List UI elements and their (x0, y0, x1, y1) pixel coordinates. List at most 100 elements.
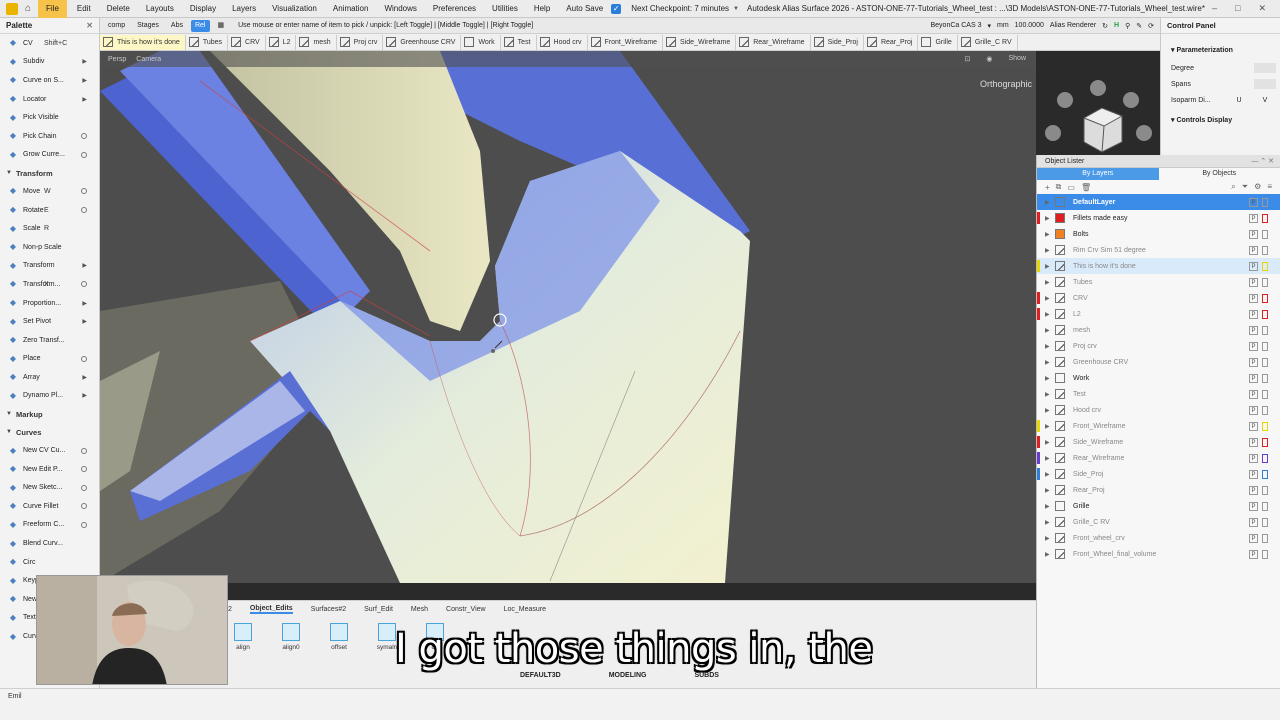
workflow-mode-button[interactable]: DEFAULT3D (520, 672, 561, 684)
layer-tab[interactable]: Hood crv (537, 34, 588, 50)
home-icon[interactable]: ⌂ (22, 3, 34, 15)
layer-row[interactable]: ▶ Proj crv P (1037, 338, 1280, 354)
maximize-icon[interactable]: □ (1235, 3, 1240, 14)
submenu-arrow-icon[interactable]: ▶ (82, 58, 87, 65)
palette-tool[interactable]: ◆ Transform ▶ (0, 257, 99, 276)
option-box-icon[interactable] (81, 151, 87, 158)
layer-swatch-icon[interactable] (1055, 309, 1065, 319)
palette-tool[interactable]: ◆ Blend Curv... (0, 534, 99, 553)
shelf-tool-button[interactable]: align (226, 623, 260, 651)
layer-swatch-icon[interactable] (1055, 277, 1065, 287)
expand-icon[interactable]: ▶ (1045, 295, 1055, 302)
layer-row[interactable]: ▶ Rear_Wireframe P (1037, 450, 1280, 466)
visibility-toggle-icon[interactable] (1262, 549, 1268, 559)
palette-tool[interactable]: ◆ Circ (0, 553, 99, 572)
layer-tab[interactable]: Rear_Proj (864, 34, 919, 50)
pick-toggle-icon[interactable]: P (1249, 437, 1258, 447)
transform-section[interactable]: ▼ Transform (0, 164, 99, 182)
layer-row[interactable]: ▶ Grille_C RV P (1037, 514, 1280, 530)
tolerance-value[interactable]: 100.0000 (1015, 22, 1044, 29)
menu-help[interactable]: Help (526, 0, 558, 18)
rel-button[interactable]: Rel (190, 19, 210, 32)
layer-tab[interactable]: Test (501, 34, 537, 50)
layer-row[interactable]: ▶ Rim Crv Sim 51 degree P (1037, 242, 1280, 258)
layer-row[interactable]: ▶ DefaultLayer P (1037, 194, 1280, 210)
layer-row[interactable]: ▶ Side_Proj P (1037, 466, 1280, 482)
pick-toggle-icon[interactable]: P (1249, 341, 1258, 351)
visibility-toggle-icon[interactable] (1262, 277, 1268, 287)
folder-icon[interactable]: ▭ (1067, 183, 1075, 192)
palette-tool[interactable]: ◆ Rotate E (0, 201, 99, 220)
expand-icon[interactable]: ▶ (1045, 551, 1055, 558)
visibility-toggle-icon[interactable] (1262, 501, 1268, 511)
submenu-arrow-icon[interactable]: ▶ (82, 318, 87, 325)
expand-icon[interactable]: ▶ (1045, 343, 1055, 350)
menu-visualization[interactable]: Visualization (264, 0, 325, 18)
option-box-icon[interactable] (81, 521, 87, 528)
persp-button[interactable]: Persp (108, 56, 126, 63)
layer-row[interactable]: ▶ Fillets made easy P (1037, 210, 1280, 226)
expand-icon[interactable]: ▶ (1045, 279, 1055, 286)
shelf-tool-button[interactable]: offset (322, 623, 356, 651)
pick-toggle-icon[interactable]: P (1249, 357, 1258, 367)
pick-toggle-icon[interactable]: P (1249, 421, 1258, 431)
gear-icon[interactable]: ⚙ (1254, 182, 1261, 192)
layer-swatch-icon[interactable] (1055, 229, 1065, 239)
menu-display[interactable]: Display (182, 0, 224, 18)
visibility-toggle-icon[interactable] (1262, 469, 1268, 479)
visibility-toggle-icon[interactable] (1262, 437, 1268, 447)
expand-icon[interactable]: ▶ (1045, 199, 1055, 206)
visibility-toggle-icon[interactable] (1262, 533, 1268, 543)
layer-tab[interactable]: Grille_C RV (958, 34, 1018, 50)
expand-icon[interactable]: ▶ (1045, 519, 1055, 526)
add-layer-icon[interactable]: + (1045, 183, 1050, 192)
layer-row[interactable]: ▶ Grille P (1037, 498, 1280, 514)
palette-tool[interactable]: ◆ Curve on S... ▶ (0, 71, 99, 90)
expand-icon[interactable]: ▶ (1045, 471, 1055, 478)
pick-toggle-icon[interactable]: P (1249, 389, 1258, 399)
palette-tool[interactable]: ◆ Move W (0, 182, 99, 201)
layer-tab[interactable]: CRV (228, 34, 266, 50)
visibility-toggle-icon[interactable] (1262, 261, 1268, 271)
expand-icon[interactable]: ▶ (1045, 375, 1055, 382)
visibility-toggle-icon[interactable] (1262, 293, 1268, 303)
pick-toggle-icon[interactable]: P (1249, 309, 1258, 319)
workflow-mode-button[interactable]: MODELING (609, 672, 647, 684)
submenu-arrow-icon[interactable]: ▶ (82, 96, 87, 103)
pick-toggle-icon[interactable]: P (1249, 501, 1258, 511)
palette-tool[interactable]: ◆ New CV Cu... (0, 441, 99, 460)
layer-row[interactable]: ▶ Tubes P (1037, 274, 1280, 290)
stages-button[interactable]: Stages (133, 20, 163, 32)
palette-tool[interactable]: ◆ New Sketc... (0, 478, 99, 497)
palette-tool[interactable]: ◆ Curve Fillet (0, 497, 99, 516)
pick-toggle-icon[interactable]: P (1249, 277, 1258, 287)
palette-tool[interactable]: ◆ Scale R (0, 219, 99, 238)
comp-button[interactable]: comp (104, 20, 129, 32)
shelf-tab[interactable]: Loc_Measure (504, 606, 546, 613)
parameterization-section[interactable]: ▾ Parameterization (1161, 42, 1280, 60)
palette-tool[interactable]: ◆ Array ▶ (0, 368, 99, 387)
palette-tool[interactable]: ◆ Proportion... ▶ (0, 294, 99, 313)
option-box-icon[interactable] (81, 484, 87, 491)
pick-toggle-icon[interactable]: P (1249, 533, 1258, 543)
submenu-arrow-icon[interactable]: ▶ (82, 300, 87, 307)
palette-tool[interactable]: ◆ Grow Curre... (0, 146, 99, 165)
filter-icon[interactable]: ⏷ (1242, 182, 1248, 192)
eye-icon[interactable]: ◉ (986, 55, 992, 63)
layer-row[interactable]: ▶ Front_Wheel_final_volume P (1037, 546, 1280, 562)
menu-layouts[interactable]: Layouts (138, 0, 182, 18)
layer-swatch-icon[interactable] (1055, 533, 1065, 543)
layer-row[interactable]: ▶ Front_Wireframe P (1037, 418, 1280, 434)
visibility-toggle-icon[interactable] (1262, 485, 1268, 495)
pin-icon[interactable]: ✎ (1136, 22, 1142, 30)
visibility-toggle-icon[interactable] (1262, 517, 1268, 527)
layer-swatch-icon[interactable] (1055, 261, 1065, 271)
expand-icon[interactable]: ▶ (1045, 503, 1055, 510)
palette-tool[interactable]: ◆ Set Pivot ▶ (0, 312, 99, 331)
layer-swatch-icon[interactable] (1055, 357, 1065, 367)
expand-icon[interactable]: ▶ (1045, 487, 1055, 494)
layer-swatch-icon[interactable] (1055, 469, 1065, 479)
tab-by-objects[interactable]: By Objects (1159, 168, 1280, 180)
menu-preferences[interactable]: Preferences (425, 0, 484, 18)
layer-swatch-icon[interactable] (1055, 197, 1065, 207)
